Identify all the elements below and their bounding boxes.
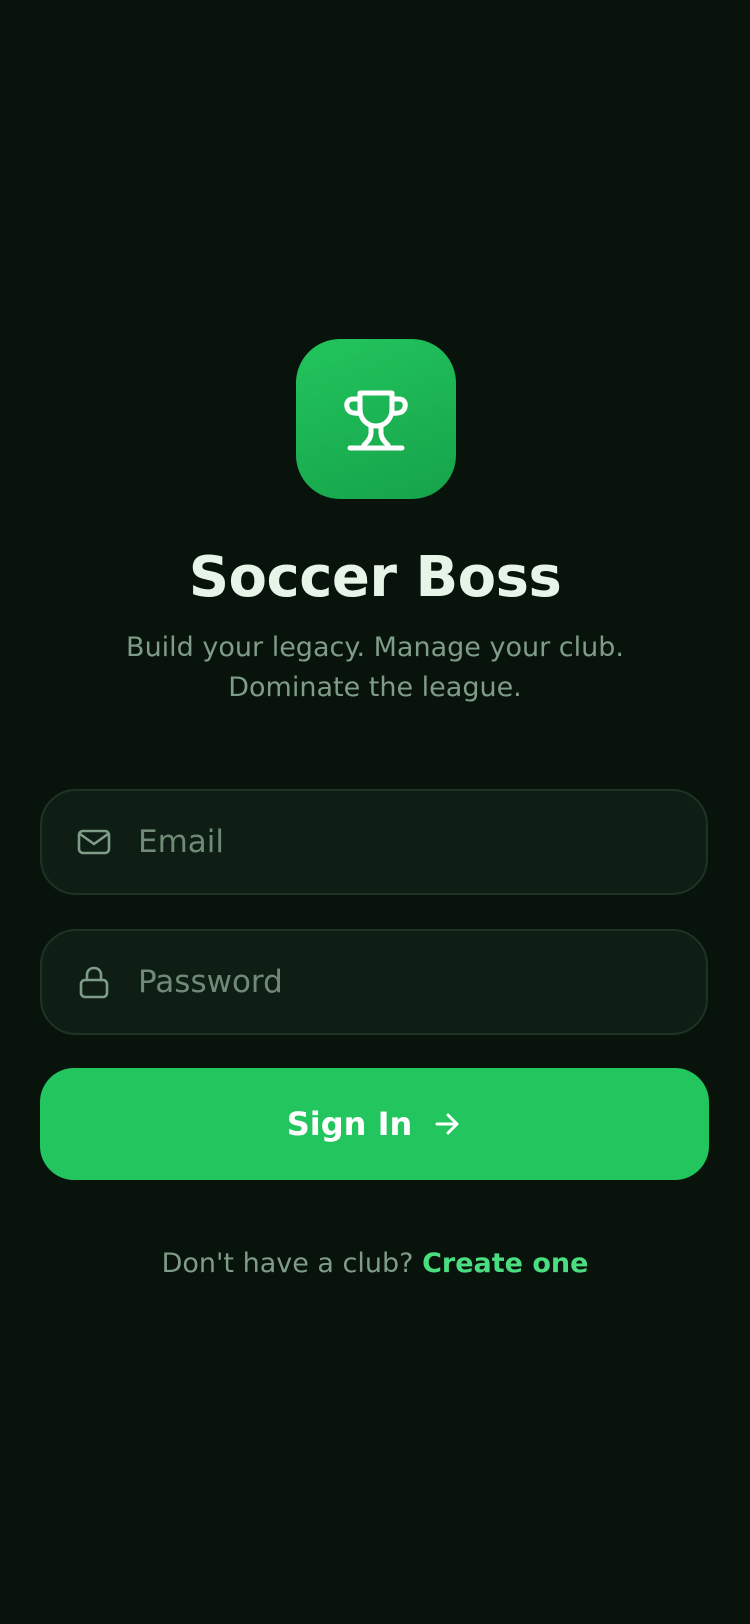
email-input[interactable] [136,801,706,883]
mail-icon [76,824,112,860]
subtitle-line-2: Dominate the league. [228,672,522,703]
arrow-right-icon [432,1109,462,1139]
password-field[interactable] [40,929,708,1035]
email-field[interactable] [40,789,708,895]
lock-icon [76,964,112,1000]
sign-in-label: Sign In [286,1105,413,1143]
trophy-icon [344,390,408,451]
app-subtitle: Build your legacy. Manage your club. Dom… [100,628,650,708]
login-screen: Soccer Boss Build your legacy. Manage yo… [0,0,750,1624]
password-input[interactable] [136,941,706,1023]
signup-prompt: Don't have a club? Create one [0,1244,750,1284]
signup-prompt-text: Don't have a club? [161,1248,414,1279]
app-logo [296,339,456,499]
subtitle-line-1: Build your legacy. Manage your club. [126,632,624,663]
sign-in-button[interactable]: Sign In [40,1068,709,1180]
app-title: Soccer Boss [188,545,562,610]
create-club-link[interactable]: Create one [422,1248,588,1279]
